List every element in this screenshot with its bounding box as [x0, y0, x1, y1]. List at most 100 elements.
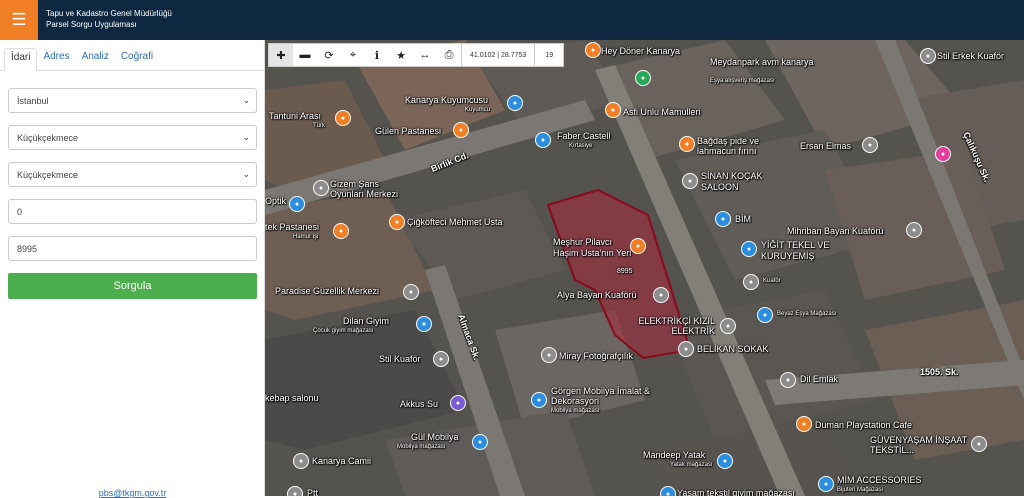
poi-asfi[interactable]: Asfi Unlu Mamulleri: [623, 107, 701, 117]
shop-icon[interactable]: ●: [715, 211, 731, 227]
poi-gulen[interactable]: Gülen Pastanesi: [375, 126, 441, 136]
poi-faber[interactable]: Faber Castell: [557, 131, 611, 141]
poi-kanarya-cami[interactable]: Kanarya Camii: [312, 456, 371, 466]
shop-icon[interactable]: ●: [289, 196, 305, 212]
location-pin-icon[interactable]: ●: [541, 347, 557, 363]
info-icon[interactable]: ℹ: [365, 44, 389, 66]
poi-alya[interactable]: Alya Bayan Kuaförü: [557, 290, 637, 300]
shop-icon[interactable]: ●: [535, 132, 551, 148]
parsel-input[interactable]: 8995: [8, 236, 257, 261]
poi-cigkofteci[interactable]: Çiğköfteci Mehmet Usta: [407, 217, 503, 227]
poi-dilan[interactable]: Dilan Giyim: [343, 316, 389, 326]
location-pin-icon[interactable]: ●: [635, 70, 651, 86]
restaurant-icon[interactable]: ●: [335, 110, 351, 126]
location-pin-icon[interactable]: ●: [780, 372, 796, 388]
poi-elektrikci[interactable]: ELEKTRİKÇİ KIZIL ELEKTRİK: [635, 316, 715, 336]
shop-icon[interactable]: ●: [741, 241, 757, 257]
location-pin-icon[interactable]: ●: [313, 180, 329, 196]
poi-hey-doner[interactable]: Hey Döner Kanarya: [601, 46, 680, 56]
ada-input[interactable]: 0: [8, 199, 257, 224]
restaurant-icon[interactable]: ●: [630, 238, 646, 254]
satellite-map[interactable]: Birlik Cd. Almaca Sk. Çalıkuşu Sk. 1505.…: [265, 40, 1024, 496]
poi-dil-emlak[interactable]: Dil Emlak: [800, 374, 838, 384]
poi-mim[interactable]: MİM ACCESSORIES: [837, 475, 922, 485]
poi-mesur[interactable]: Meşhur Pilavcı Haşim Usta'nın Yeri: [553, 237, 633, 259]
location-pin-icon[interactable]: ●: [403, 284, 419, 300]
restaurant-icon[interactable]: ●: [605, 102, 621, 118]
location-pin-icon[interactable]: ●: [653, 287, 669, 303]
poi-bim[interactable]: BİM: [735, 214, 751, 224]
poi-yasam[interactable]: Yaşam tekstil giyim mağazası: [677, 488, 795, 496]
restaurant-icon[interactable]: ●: [389, 214, 405, 230]
poi-miray[interactable]: Miray Fotoğrafçılık: [559, 351, 633, 361]
poi-akkus[interactable]: Akkus Su: [400, 399, 438, 409]
locate-icon[interactable]: ⌖: [341, 44, 365, 66]
poi-mihriban[interactable]: Mihriban Bayan Kuaförü: [787, 226, 884, 236]
menu-button[interactable]: ☰: [0, 0, 38, 40]
cafe-icon[interactable]: ●: [796, 416, 812, 432]
mahalle-select[interactable]: Küçükçekmece ⌄: [8, 162, 257, 187]
poi-yigit[interactable]: YİĞİT TEKEL VE KURUYEMİŞ: [761, 240, 846, 262]
star-icon[interactable]: ★: [389, 44, 413, 66]
poi-kuafor[interactable]: Kuaför: [763, 278, 781, 284]
location-pin-icon[interactable]: ●: [450, 395, 466, 411]
shop-icon[interactable]: ●: [416, 316, 432, 332]
location-pin-icon[interactable]: ●: [682, 173, 698, 189]
mosque-icon[interactable]: ●: [293, 453, 309, 469]
poi-sinan[interactable]: SİNAN KOÇAK SALOON: [701, 171, 781, 193]
restaurant-icon[interactable]: ●: [585, 42, 601, 58]
poi-duman[interactable]: Duman Playstation Cafe: [815, 420, 912, 430]
poi-ersan[interactable]: Ersan Elmas: [800, 141, 851, 151]
poi-paradise[interactable]: Paradise Güzellik Merkezi: [275, 286, 379, 296]
il-select[interactable]: İstanbul ⌄: [8, 88, 257, 113]
shop-icon[interactable]: ●: [507, 95, 523, 111]
shop-icon[interactable]: ●: [818, 476, 834, 492]
measure-icon[interactable]: ↔: [413, 44, 437, 66]
refresh-icon[interactable]: ⟳: [317, 44, 341, 66]
location-pin-icon[interactable]: ●: [862, 137, 878, 153]
poi-tantuni[interactable]: Tantuni Arası: [269, 111, 321, 121]
restaurant-icon[interactable]: ●: [453, 122, 469, 138]
contact-email-link[interactable]: pbs@tkgm.gov.tr: [0, 488, 265, 498]
zoom-out-icon[interactable]: ▬: [293, 44, 317, 66]
poi-ptt[interactable]: Ptt: [307, 488, 318, 496]
location-pin-icon[interactable]: ●: [920, 48, 936, 64]
tab-cografi[interactable]: Coğrafi: [115, 48, 159, 70]
restaurant-icon[interactable]: ●: [679, 136, 695, 152]
location-pin-icon[interactable]: ●: [743, 274, 759, 290]
poi-kanarya-kuyum[interactable]: Kanarya Kuyumcusu: [405, 95, 488, 105]
shop-icon[interactable]: ●: [472, 434, 488, 450]
poi-gorgen[interactable]: Görgen Mobilya İmalat & Dekorasyon: [551, 386, 671, 406]
location-pin-icon[interactable]: ●: [906, 222, 922, 238]
zoom-in-icon[interactable]: ✚: [269, 44, 293, 66]
poi-optik[interactable]: Optik: [265, 196, 286, 206]
location-pin-icon[interactable]: ●: [720, 318, 736, 334]
print-icon[interactable]: ⎙: [437, 44, 461, 66]
poi-belikan[interactable]: BELİKAN SOKAK: [697, 344, 769, 354]
poi-guvenyasam[interactable]: GÜVENYAŞAM İNŞAAT TEKSTİL...: [870, 435, 980, 455]
location-pin-icon[interactable]: ●: [287, 486, 303, 496]
location-pin-icon[interactable]: ●: [971, 436, 987, 452]
poi-tek-pastanesi[interactable]: tek Pastanesi: [265, 222, 319, 232]
tab-idari[interactable]: İdari: [4, 48, 38, 71]
shop-icon[interactable]: ●: [757, 307, 773, 323]
shop-icon[interactable]: ●: [717, 453, 733, 469]
poi-stil-kuafor[interactable]: Stil Kuaför: [379, 354, 421, 364]
location-pin-icon[interactable]: ●: [433, 351, 449, 367]
poi-gul[interactable]: Gül Mobilya: [411, 432, 459, 442]
shop-icon[interactable]: ●: [531, 392, 547, 408]
poi-mandeep[interactable]: Mandeep Yatak: [643, 450, 705, 460]
poi-stil-erkek[interactable]: Stil Erkek Kuaför: [937, 51, 1004, 61]
tab-analiz[interactable]: Analiz: [76, 48, 115, 70]
shop-icon[interactable]: ●: [660, 486, 676, 496]
poi-bagdas[interactable]: Bağdaş pide ve lahmacun fırını: [697, 136, 777, 156]
sorgula-button[interactable]: Sorgula: [8, 273, 257, 299]
restaurant-icon[interactable]: ●: [333, 223, 349, 239]
ilce-select[interactable]: Küçükçekmece ⌄: [8, 125, 257, 150]
tab-adres[interactable]: Adres: [37, 48, 75, 70]
location-pin-icon[interactable]: ●: [678, 341, 694, 357]
location-pin-icon[interactable]: ●: [935, 146, 951, 162]
poi-meydanpark[interactable]: Meydanpark avm kanarya: [710, 57, 814, 67]
poi-gizem[interactable]: Gizem Şans Oyunları Merkezi: [330, 179, 410, 199]
poi-kebap[interactable]: kebap salonu: [265, 393, 319, 403]
